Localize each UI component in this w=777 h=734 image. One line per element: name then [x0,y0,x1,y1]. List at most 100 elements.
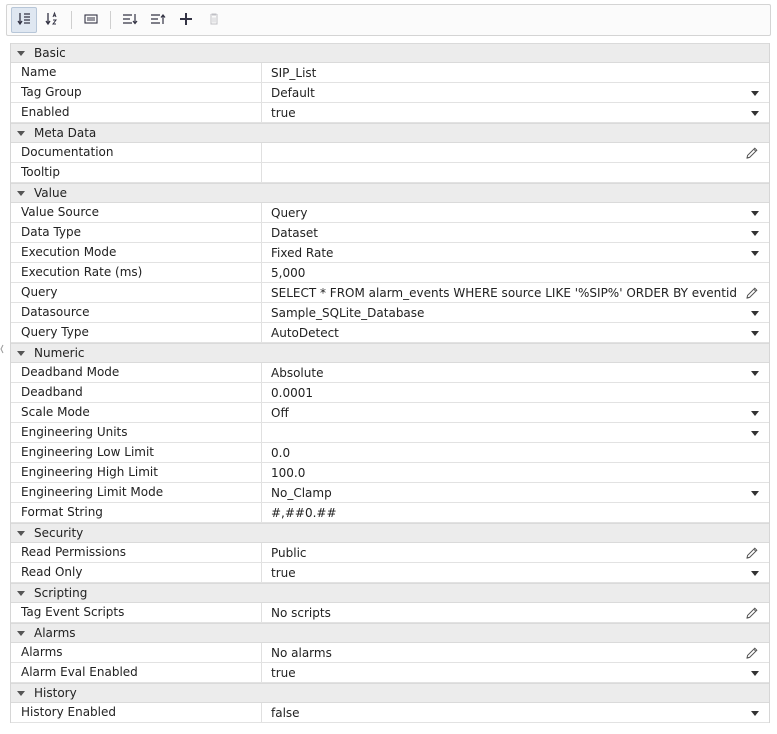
edit-pencil-icon[interactable] [745,546,759,560]
property-value: SIP_List [271,66,317,80]
toggle-description-button[interactable] [78,7,104,33]
property-value-field[interactable] [262,163,769,182]
property-value-field[interactable]: 0.0001 [262,383,769,402]
expand-all-button[interactable] [117,7,143,33]
property-value: Absolute [271,366,324,380]
property-name: Engineering Low Limit [11,443,262,462]
property-value-editor[interactable]: Public [262,543,769,562]
section-header-numeric[interactable]: Numeric [11,343,769,363]
section-title: Numeric [34,346,85,360]
property-value-dropdown[interactable]: true [262,103,769,122]
edit-pencil-icon[interactable] [745,646,759,660]
dropdown-arrow-icon[interactable] [751,431,759,436]
dropdown-arrow-icon[interactable] [751,311,759,316]
dropdown-arrow-icon[interactable] [751,671,759,676]
property-name: Tag Event Scripts [11,603,262,622]
section-header-meta-data[interactable]: Meta Data [11,123,769,143]
property-row-engineering-units: Engineering Units [11,423,769,443]
collapse-caret-icon[interactable] [17,131,25,136]
property-value-dropdown[interactable]: Query [262,203,769,222]
dropdown-arrow-icon[interactable] [751,251,759,256]
property-row-tag-group: Tag Group Default [11,83,769,103]
collapse-caret-icon[interactable] [17,51,25,56]
property-value-editor[interactable]: No scripts [262,603,769,622]
section-header-security[interactable]: Security [11,523,769,543]
property-row-tag-event-scripts: Tag Event Scripts No scripts [11,603,769,623]
property-value-dropdown[interactable]: No_Clamp [262,483,769,502]
property-name: Enabled [11,103,262,122]
property-value: Dataset [271,226,318,240]
dropdown-arrow-icon[interactable] [751,91,759,96]
property-value-editor[interactable]: No alarms [262,643,769,662]
dropdown-arrow-icon[interactable] [751,371,759,376]
property-value-dropdown[interactable]: AutoDetect [262,323,769,342]
dropdown-arrow-icon[interactable] [751,231,759,236]
dropdown-arrow-icon[interactable] [751,111,759,116]
edit-pencil-icon[interactable] [745,606,759,620]
property-row-deadband: Deadband 0.0001 [11,383,769,403]
collapse-caret-icon[interactable] [17,531,25,536]
resize-handle[interactable] [0,343,4,355]
property-value-dropdown[interactable]: Dataset [262,223,769,242]
property-value-dropdown[interactable]: Off [262,403,769,422]
property-name: Deadband Mode [11,363,262,382]
plus-icon [178,11,194,30]
dropdown-arrow-icon[interactable] [751,331,759,336]
property-name: Data Type [11,223,262,242]
property-value-editor[interactable] [262,143,769,162]
section-header-basic[interactable]: Basic [11,43,769,63]
property-value: SELECT * FROM alarm_events WHERE source … [271,286,737,300]
collapse-caret-icon[interactable] [17,631,25,636]
property-value-dropdown[interactable]: true [262,663,769,682]
section-header-scripting[interactable]: Scripting [11,583,769,603]
property-name: Deadband [11,383,262,402]
property-name: Value Source [11,203,262,222]
sort-category-button[interactable] [11,7,37,33]
property-value: Query [271,206,308,220]
dropdown-arrow-icon[interactable] [751,411,759,416]
delete-property-button[interactable] [201,7,227,33]
property-row-value-source: Value Source Query [11,203,769,223]
property-value-dropdown[interactable]: true [262,563,769,582]
section-header-value[interactable]: Value [11,183,769,203]
dropdown-arrow-icon[interactable] [751,711,759,716]
property-value-dropdown[interactable]: false [262,703,769,722]
property-value-field[interactable]: 0.0 [262,443,769,462]
section-header-history[interactable]: History [11,683,769,703]
collapse-caret-icon[interactable] [17,351,25,356]
property-value-dropdown[interactable]: Fixed Rate [262,243,769,262]
property-grid: Basic Name SIP_List Tag Group Default Enabled… [10,43,770,723]
property-name: Documentation [11,143,262,162]
property-value-dropdown[interactable]: Absolute [262,363,769,382]
collapse-caret-icon[interactable] [17,591,25,596]
property-value-field[interactable]: #,##0.## [262,503,769,522]
edit-pencil-icon[interactable] [745,286,759,300]
property-value-field[interactable]: 100.0 [262,463,769,482]
property-value-dropdown[interactable]: Default [262,83,769,102]
property-row-format-string: Format String #,##0.## [11,503,769,523]
collapse-caret-icon[interactable] [17,191,25,196]
toolbar-separator [110,11,111,29]
collapse-all-icon [150,11,166,30]
property-value-field[interactable]: SIP_List [262,63,769,82]
property-value-field[interactable]: 5,000 [262,263,769,282]
section-header-alarms[interactable]: Alarms [11,623,769,643]
collapse-caret-icon[interactable] [17,691,25,696]
property-name: Engineering Limit Mode [11,483,262,502]
property-value-editor[interactable]: SELECT * FROM alarm_events WHERE source … [262,283,769,302]
property-row-datasource: Datasource Sample_SQLite_Database [11,303,769,323]
dropdown-arrow-icon[interactable] [751,571,759,576]
collapse-all-button[interactable] [145,7,171,33]
dropdown-arrow-icon[interactable] [751,491,759,496]
sort-alpha-button[interactable] [39,7,65,33]
property-value-dropdown[interactable] [262,423,769,442]
property-name: Name [11,63,262,82]
dropdown-arrow-icon[interactable] [751,211,759,216]
property-name: Datasource [11,303,262,322]
add-property-button[interactable] [173,7,199,33]
edit-pencil-icon[interactable] [745,146,759,160]
section-title: Scripting [34,586,88,600]
property-value-dropdown[interactable]: Sample_SQLite_Database [262,303,769,322]
property-row-execution-mode: Execution Mode Fixed Rate [11,243,769,263]
property-row-enabled: Enabled true [11,103,769,123]
